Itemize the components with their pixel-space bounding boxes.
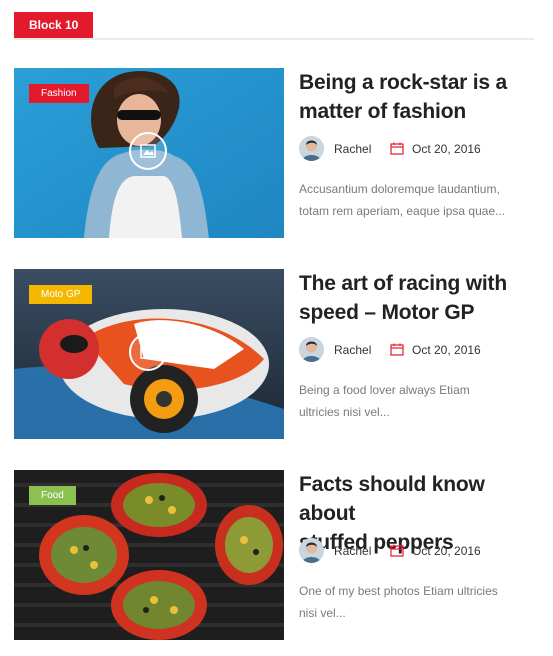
post-thumbnail[interactable]: Moto GP [14, 269, 284, 439]
image-icon[interactable] [129, 333, 167, 371]
post-item: Fashion Being a rock-star is a matter of… [14, 68, 539, 240]
post-excerpt: Being a food lover always Etiam ultricie… [299, 383, 470, 419]
calendar-icon [390, 544, 404, 557]
author-name[interactable]: Rachel [334, 142, 371, 156]
category-badge[interactable]: Fashion [29, 84, 89, 103]
post-meta: Rachel Oct 20, 2016 [299, 337, 539, 363]
block-header: Block 10 [14, 12, 534, 40]
author-name[interactable]: Rachel [334, 343, 371, 357]
post-excerpt: One of my best photos Etiam ultricies ni… [299, 584, 498, 620]
post-item: Moto GP The art of racing with speed – M… [14, 269, 539, 441]
calendar-icon [390, 343, 404, 356]
post-meta: Rachel Oct 20, 2016 [299, 136, 539, 162]
block-title: Block 10 [14, 12, 94, 38]
author-name[interactable]: Rachel [334, 544, 371, 558]
avatar[interactable] [299, 337, 324, 362]
post-title[interactable]: The art of racing with speed – Motor GP [299, 269, 544, 327]
avatar[interactable] [299, 538, 324, 563]
post-date: Oct 20, 2016 [412, 142, 481, 156]
post-thumbnail[interactable]: Food [14, 470, 284, 640]
post-meta: Rachel Oct 20, 2016 [299, 538, 539, 564]
category-badge[interactable]: Food [29, 486, 76, 505]
image-icon[interactable] [129, 132, 167, 170]
post-date: Oct 20, 2016 [412, 544, 481, 558]
post-date: Oct 20, 2016 [412, 343, 481, 357]
post-title[interactable]: Being a rock-star is a matter of fashion [299, 68, 544, 126]
calendar-icon [390, 142, 404, 155]
post-item: Food Facts should know about stuffed pep… [14, 470, 539, 642]
post-excerpt: Accusantium doloremque laudantium, totam… [299, 182, 506, 218]
avatar[interactable] [299, 136, 324, 161]
post-thumbnail[interactable]: Fashion [14, 68, 284, 238]
category-badge[interactable]: Moto GP [29, 285, 93, 304]
